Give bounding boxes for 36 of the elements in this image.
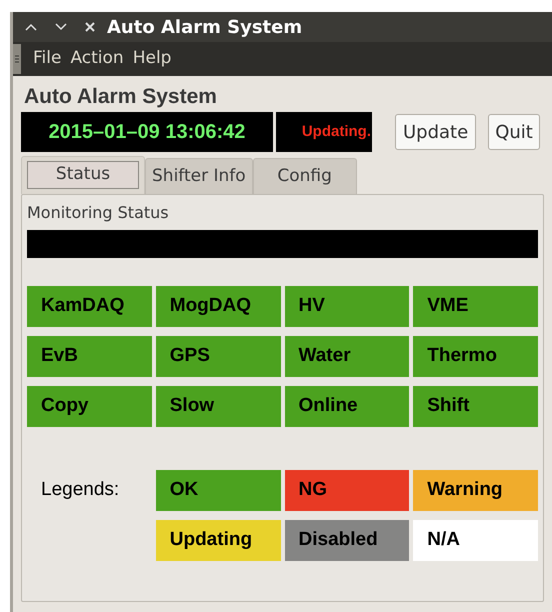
status-cell: EvB — [27, 336, 152, 377]
status-cell: NG — [284, 470, 410, 511]
status-cell: Water — [284, 336, 410, 377]
tab[interactable]: Status — [21, 156, 145, 194]
app-heading: Auto Alarm System — [23, 84, 218, 110]
update-status-display: Updating. — [276, 112, 372, 152]
status-cell: Online — [284, 386, 410, 427]
status-cell: Shift — [413, 386, 538, 427]
status-cell: VME — [413, 286, 538, 327]
menu-item[interactable]: File — [33, 46, 62, 72]
tab[interactable]: Shifter Info — [145, 158, 253, 194]
minimize-icon[interactable] — [25, 23, 37, 31]
menu-item[interactable]: Help — [132, 46, 172, 72]
status-cell: OK — [156, 470, 280, 511]
status-cell: Copy — [27, 386, 152, 427]
close-icon[interactable] — [85, 22, 95, 32]
status-cell: Warning — [413, 470, 538, 511]
status-cell: MogDAQ — [156, 286, 280, 327]
quit-button[interactable]: Quit — [488, 114, 540, 150]
status-cell: KamDAQ — [27, 286, 152, 327]
status-cell: Disabled — [284, 520, 410, 561]
status-cell: N/A — [413, 520, 538, 561]
tab[interactable]: Config — [252, 158, 357, 194]
legends-label: Legends: — [41, 478, 120, 502]
monitoring-title: Monitoring Status — [27, 203, 170, 223]
status-cell: Thermo — [413, 336, 538, 377]
clock-display: 2015–01–09 13:06:42 — [21, 112, 273, 152]
status-cell: Updating — [156, 520, 280, 561]
status-cell: Slow — [156, 386, 280, 427]
window-title: Auto Alarm System — [107, 16, 302, 40]
update-button[interactable]: Update — [395, 114, 476, 150]
menu-item[interactable]: Action — [70, 46, 124, 72]
status-cell: GPS — [156, 336, 280, 377]
status-cell: HV — [284, 286, 410, 327]
grip-icon — [13, 44, 21, 74]
maximize-icon[interactable] — [55, 23, 67, 31]
